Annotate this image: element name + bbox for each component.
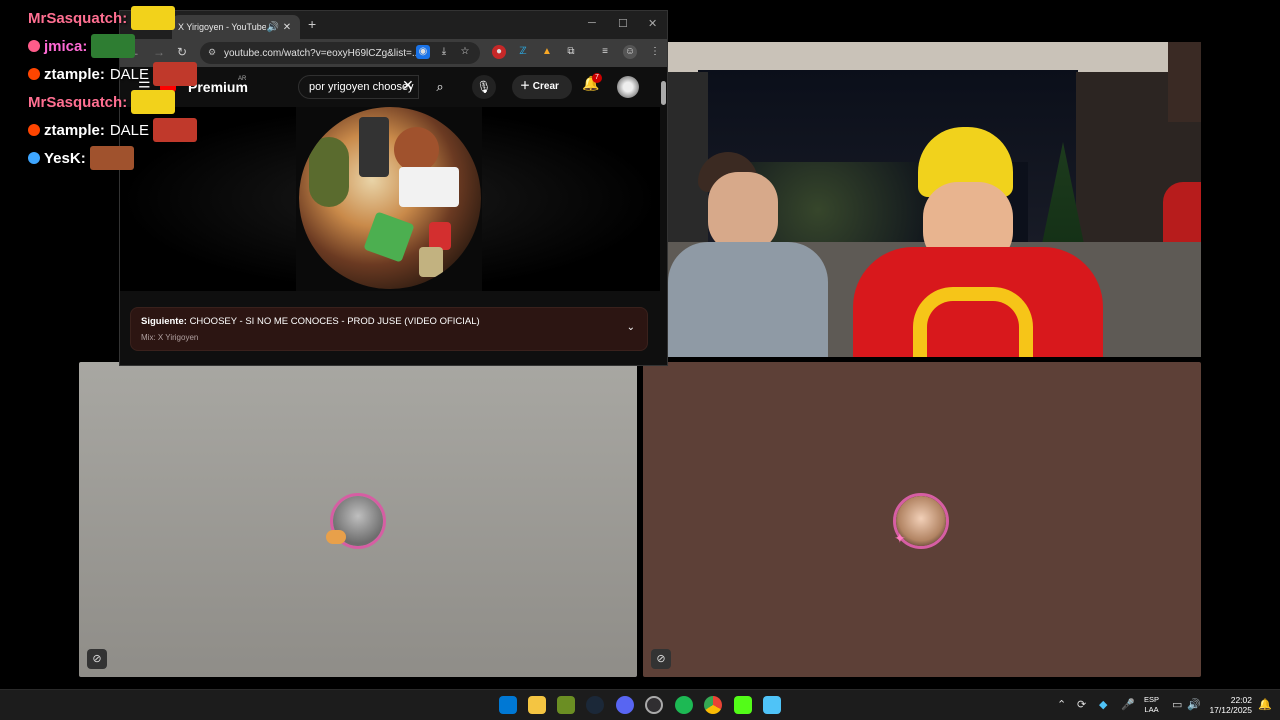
video-player[interactable] xyxy=(120,107,660,291)
create-button[interactable]: ＋ Crear xyxy=(512,75,572,99)
maximize-icon[interactable]: ☐ xyxy=(618,17,628,30)
chevron-up-icon[interactable]: ⌃ xyxy=(1057,698,1066,711)
taskbar: ⌃ ⟳ ◆ 🎤 ESP LAA ▭ 🔊 22:02 17/12/2025 🔔 xyxy=(0,689,1280,720)
volume-icon[interactable]: 🔊 xyxy=(1187,698,1201,711)
microphone-icon[interactable]: 🎙 xyxy=(472,75,496,99)
chat-message: jmica: xyxy=(28,32,197,60)
chat-overlay: MrSasquatch: jmica: ztample: DALE MrSasquatc… xyxy=(28,4,198,172)
browser-toolbar: ← → ↻ ⚙ youtube.com/watch?v=eoxyH69lCZg&… xyxy=(120,39,667,67)
speaker-icon[interactable]: 🔊 xyxy=(266,22,280,33)
youtube-header: ☰ Premium AR por yrigoyen choosey ✕ ⌕ 🎙 … xyxy=(120,67,667,107)
obs-icon[interactable] xyxy=(645,696,663,714)
create-label: Crear xyxy=(532,81,559,92)
chat-emote-icon xyxy=(91,34,136,58)
chat-badge-icon xyxy=(28,124,40,136)
chrome-icon[interactable] xyxy=(704,696,722,714)
scrollbar-thumb[interactable] xyxy=(661,81,666,105)
minimize-icon[interactable]: ─ xyxy=(588,17,596,29)
steam-icon[interactable] xyxy=(586,696,604,714)
browser-window[interactable]: X Yirigoyen - YouTube 🔊 ✕ + ─ ☐ ✕ ← → ↻ … xyxy=(119,10,668,366)
chat-username: jmica: xyxy=(44,37,88,55)
close-window-icon[interactable]: ✕ xyxy=(648,17,657,30)
chat-emote-icon xyxy=(153,62,198,86)
discord-icon[interactable] xyxy=(616,696,634,714)
snail-icon xyxy=(326,530,346,544)
account-avatar[interactable] xyxy=(617,76,639,98)
chat-username: MrSasquatch: xyxy=(28,93,128,111)
chat-badge-icon xyxy=(28,40,40,52)
keyboard-layout: LAA xyxy=(1144,705,1159,714)
clock-date: 17/12/2025 xyxy=(1209,705,1252,715)
chat-message: ztample: DALE xyxy=(28,60,198,88)
url-text: youtube.com/watch?v=eoxyH69lCZg&list=... xyxy=(224,47,421,59)
search-icon[interactable]: ⌕ xyxy=(423,75,457,99)
up-next-title: CHOOSEY - SI NO ME CONOCES - PROD JUSE (… xyxy=(189,316,480,327)
language-code: ESP xyxy=(1144,695,1160,704)
desktop: MrSasquatch: jmica: ztample: DALE MrSasquatc… xyxy=(0,0,1280,720)
chat-message: MrSasquatch: xyxy=(28,4,197,32)
mic-muted-icon[interactable]: ⊘ xyxy=(651,649,671,669)
chat-message: ztample: DALE xyxy=(28,116,198,144)
system-clock[interactable]: 22:02 17/12/2025 xyxy=(1206,695,1252,715)
chat-username: YesK: xyxy=(44,149,86,167)
minecraft-icon[interactable] xyxy=(557,696,575,714)
microphone-tray-icon[interactable]: 🎤 xyxy=(1121,698,1135,711)
install-icon[interactable]: ⤓ xyxy=(437,45,451,59)
tab-bar: X Yirigoyen - YouTube 🔊 ✕ + ─ ☐ ✕ xyxy=(120,11,667,39)
chat-text: DALE xyxy=(109,65,150,83)
up-next-card[interactable]: Siguiente: CHOOSEY - SI NO ME CONOCES - … xyxy=(130,307,648,351)
chat-username: ztample: xyxy=(44,121,105,139)
up-next-mix: Mix: X Yirigoyen xyxy=(141,333,199,342)
album-cover-art xyxy=(299,107,481,289)
notification-count-badge: 7 xyxy=(592,73,602,83)
close-tab-icon[interactable]: ✕ xyxy=(280,22,294,33)
chat-message: YesK: xyxy=(28,144,197,172)
search-input[interactable]: por yrigoyen choosey xyxy=(298,75,419,99)
sparkle-icon: ✦ xyxy=(894,530,906,546)
extension-translate-icon[interactable]: ℤ xyxy=(516,45,530,59)
notepad-icon[interactable] xyxy=(763,696,781,714)
security-shield-icon[interactable]: ◆ xyxy=(1099,698,1107,711)
chevron-down-icon[interactable]: ⌄ xyxy=(627,322,635,333)
spotify-icon[interactable] xyxy=(675,696,693,714)
clear-search-icon[interactable]: ✕ xyxy=(402,77,414,94)
network-icon[interactable]: ▭ xyxy=(1172,698,1182,711)
extension-yellow-icon[interactable]: ▲ xyxy=(540,45,554,59)
notification-bell-icon[interactable]: 🔔 xyxy=(1258,698,1272,711)
country-code: AR xyxy=(238,76,247,82)
call-tile-left[interactable]: ⊘ xyxy=(79,362,637,677)
site-info-icon[interactable]: ⚙ xyxy=(208,47,216,58)
input-language[interactable]: ESP LAA xyxy=(1144,695,1159,715)
chat-emote-icon xyxy=(89,146,134,170)
call-tile-right[interactable]: ✦ ⊘ xyxy=(643,362,1201,677)
kick-icon[interactable] xyxy=(734,696,752,714)
chat-emote-icon xyxy=(131,6,176,30)
clock-time: 22:02 xyxy=(1230,695,1252,705)
up-next-label: Siguiente: xyxy=(141,316,187,327)
chat-username: MrSasquatch: xyxy=(28,9,128,27)
chat-message: MrSasquatch: xyxy=(28,88,197,116)
windows-start-icon[interactable] xyxy=(499,696,517,714)
file-explorer-icon[interactable] xyxy=(528,696,546,714)
scrollbar[interactable] xyxy=(660,67,666,365)
sync-icon[interactable]: ⟳ xyxy=(1077,698,1086,711)
browser-menu-icon[interactable]: ⋮ xyxy=(648,45,662,59)
chat-text: DALE xyxy=(109,121,150,139)
plus-icon: ＋ xyxy=(520,81,533,92)
chat-username: ztample: xyxy=(44,65,105,83)
mic-muted-icon[interactable]: ⊘ xyxy=(87,649,107,669)
bookmark-star-icon[interactable]: ☆ xyxy=(458,45,472,59)
profile-icon[interactable]: ☺ xyxy=(623,45,637,59)
chat-emote-icon xyxy=(153,118,198,142)
chat-badge-icon xyxy=(28,68,40,80)
webcam-feed xyxy=(668,42,1201,357)
chat-emote-icon xyxy=(131,90,176,114)
album-cover-frame xyxy=(296,107,482,291)
extensions-puzzle-icon[interactable]: ⧉ xyxy=(564,45,578,59)
chat-badge-icon xyxy=(28,152,40,164)
media-control-icon[interactable]: ≡ xyxy=(598,45,612,59)
extension-red-icon[interactable]: ● xyxy=(492,45,506,59)
new-tab-button[interactable]: + xyxy=(308,16,316,32)
lens-icon[interactable]: ◉ xyxy=(416,45,430,59)
